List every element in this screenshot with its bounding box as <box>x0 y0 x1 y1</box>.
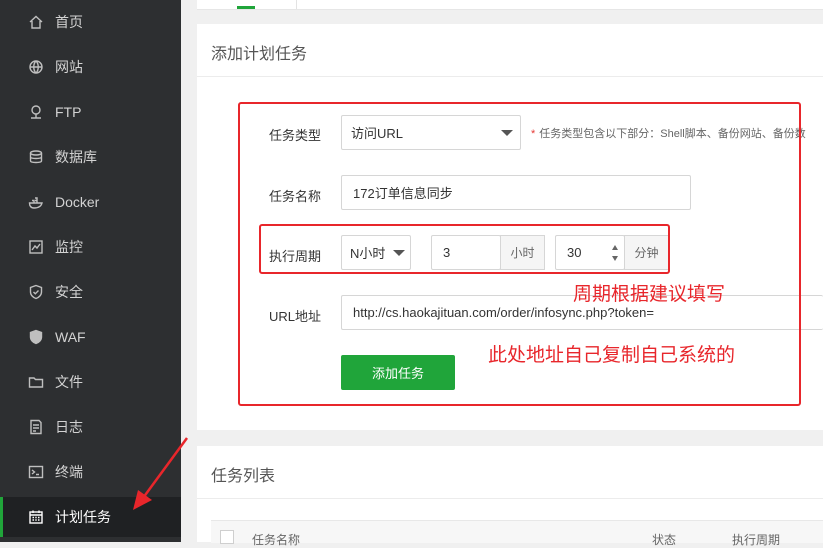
sidebar-item-label: Docker <box>55 194 100 210</box>
sidebar-item-label: 安全 <box>55 284 83 300</box>
globe-icon <box>28 59 44 75</box>
shield-icon <box>28 284 44 300</box>
sidebar-item-label: 日志 <box>55 419 83 435</box>
annotation-url-note: 此处地址自己复制自己系统的 <box>488 345 736 366</box>
sidebar-item-waf[interactable]: WAF <box>0 317 181 357</box>
calendar-icon <box>28 509 44 525</box>
ftp-icon <box>28 104 44 120</box>
task-list-title: 任务列表 <box>211 468 276 485</box>
sidebar-item-label: 网站 <box>55 59 83 75</box>
sidebar-item-files[interactable]: 文件 <box>0 362 181 402</box>
sidebar-item-label: 计划任务 <box>55 509 111 525</box>
sidebar-item-database[interactable]: 数据库 <box>0 137 181 177</box>
home-icon <box>28 14 44 30</box>
sidebar-item-website[interactable]: 网站 <box>0 47 181 87</box>
sidebar-item-label: 文件 <box>55 374 83 390</box>
database-icon <box>28 149 44 165</box>
sidebar-item-home[interactable]: 首页 <box>0 2 181 42</box>
tab-separator <box>296 0 297 9</box>
sidebar-item-security[interactable]: 安全 <box>0 272 181 312</box>
active-tab-indicator <box>237 6 255 9</box>
sidebar-item-ftp[interactable]: FTP <box>0 92 181 132</box>
waf-shield-icon <box>28 329 44 345</box>
log-icon <box>28 419 44 435</box>
sidebar-item-monitor[interactable]: 监控 <box>0 227 181 267</box>
sidebar-item-label: 终端 <box>55 464 83 480</box>
folder-icon <box>28 374 44 390</box>
sidebar-item-label: 监控 <box>55 239 83 255</box>
sidebar-item-label: FTP <box>55 104 82 120</box>
terminal-icon <box>28 464 44 480</box>
panel-title: 添加计划任务 <box>211 46 308 63</box>
docker-icon <box>28 194 44 210</box>
monitor-icon <box>28 239 44 255</box>
column-header-period[interactable]: 执行周期 <box>732 531 780 548</box>
top-tab-strip <box>197 0 823 10</box>
sidebar-item-label: 首页 <box>55 14 83 30</box>
column-header-name[interactable]: 任务名称 <box>252 531 300 548</box>
sidebar-item-docker[interactable]: Docker <box>0 182 181 222</box>
task-list-panel: 任务列表 任务名称 状态 执行周期 <box>197 446 823 547</box>
sidebar-item-label: WAF <box>55 329 86 345</box>
divider <box>197 76 823 77</box>
table-header: 任务名称 状态 执行周期 <box>211 520 823 547</box>
annotation-arrow <box>133 437 189 510</box>
column-header-status[interactable]: 状态 <box>652 531 676 548</box>
annotation-period-box <box>259 224 670 274</box>
annotation-period-note: 周期根据建议填写 <box>573 284 726 305</box>
sidebar-item-label: 数据库 <box>55 149 97 165</box>
divider <box>197 498 823 499</box>
